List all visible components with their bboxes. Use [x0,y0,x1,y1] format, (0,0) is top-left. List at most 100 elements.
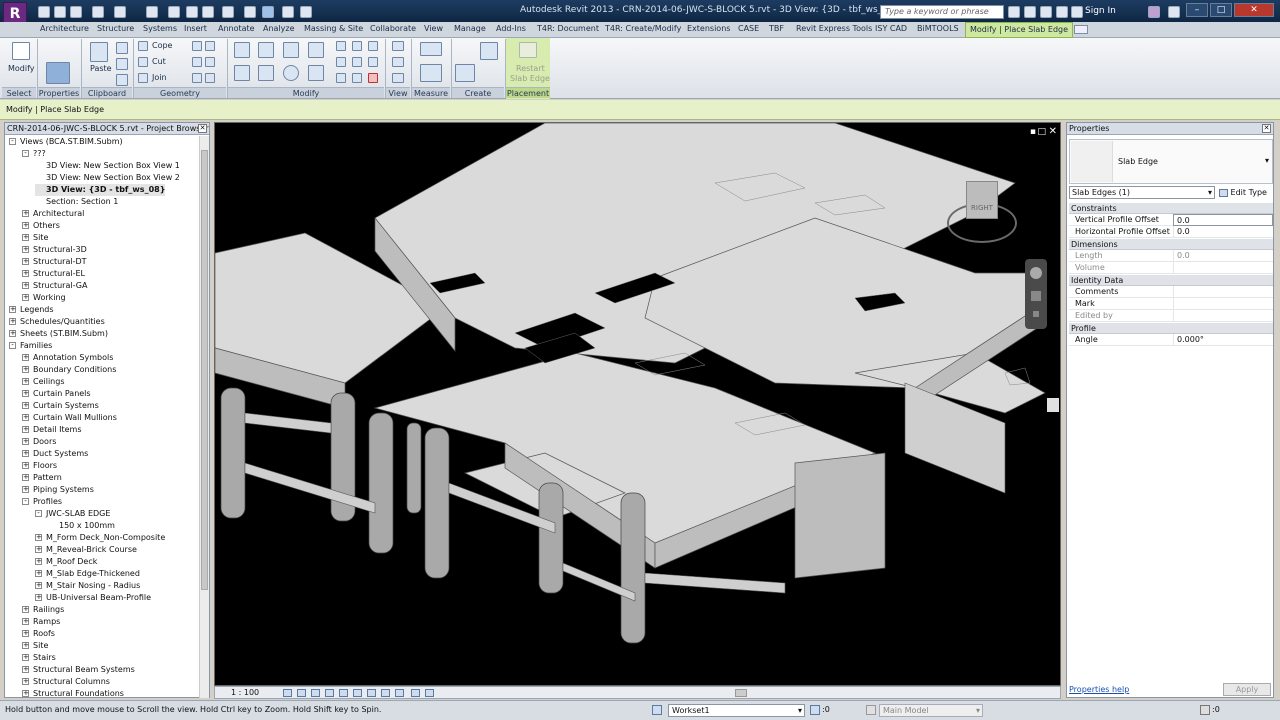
align-icon[interactable] [234,42,250,58]
show-crop-icon[interactable] [353,689,362,697]
browser-item[interactable]: + Pattern [22,472,62,484]
browser-item[interactable]: + Piping Systems [22,484,94,496]
scrollbar-thumb[interactable] [201,150,208,590]
collapse-icon[interactable]: - [22,498,29,505]
copy-element-icon[interactable] [258,65,274,81]
browser-item[interactable]: - JWC-SLAB EDGE [35,508,110,520]
offset-icon[interactable] [258,42,274,58]
browser-item[interactable]: + M_Stair Nosing - Radius [35,580,140,592]
expand-icon[interactable]: + [35,570,42,577]
collapse-icon[interactable]: - [35,510,42,517]
expand-icon[interactable]: + [22,378,29,385]
match-properties-icon[interactable] [116,74,128,86]
expand-icon[interactable]: + [22,654,29,661]
steering-wheel-icon[interactable] [1030,267,1042,279]
browser-item[interactable]: - Profiles [22,496,62,508]
browser-item[interactable]: + Roofs [22,628,55,640]
expand-icon[interactable]: + [22,438,29,445]
tab-insert[interactable]: Insert [184,24,207,33]
tab-architecture[interactable]: Architecture [40,24,89,33]
dimension-icon[interactable] [168,6,180,18]
horizontal-profile-offset-input[interactable]: 0.0 [1173,226,1273,238]
modify-button[interactable]: Modify [8,64,35,73]
tab-annotate[interactable]: Annotate [218,24,255,33]
browser-item[interactable]: + Curtain Wall Mullions [22,412,117,424]
measure-icon[interactable] [146,6,158,18]
browser-item[interactable]: + Duct Systems [22,448,88,460]
collapse-icon[interactable]: - [9,138,16,145]
tab-revit-express-tools[interactable]: Revit Express Tools [796,24,872,33]
view-scale[interactable]: 1 : 100 [231,688,259,697]
user-icon[interactable] [1071,6,1083,18]
paste-icon[interactable] [90,42,108,62]
communication-icon[interactable] [1040,6,1052,18]
cut-icon[interactable] [116,58,128,70]
browser-item[interactable]: + Doors [22,436,56,448]
browser-item[interactable]: 150 x 100mm [48,520,115,532]
browser-item[interactable]: + Boundary Conditions [22,364,116,376]
tab-extensions[interactable]: Extensions [687,24,730,33]
tab-manage[interactable]: Manage [454,24,486,33]
horizontal-scroll-thumb[interactable] [735,689,747,697]
undo-icon[interactable] [92,6,104,18]
tab-isy-cad[interactable]: ISY CAD [875,24,907,33]
chevron-down-icon[interactable]: ▾ [1265,156,1269,165]
binoculars-icon[interactable] [1008,6,1020,18]
property-group-constraints[interactable]: Constraints [1069,203,1273,214]
hide-icon[interactable] [392,73,404,83]
property-group-identity-data[interactable]: Identity Data [1069,275,1273,286]
expand-icon[interactable]: + [22,486,29,493]
browser-item[interactable]: - Views (BCA.ST.BIM.Subm) [9,136,123,148]
shadows-icon[interactable] [325,689,334,697]
sun-path-icon[interactable] [311,689,320,697]
expand-icon[interactable]: + [22,294,29,301]
split-icon[interactable] [336,41,346,51]
browser-item[interactable]: + Structural-EL [22,268,85,280]
ribbon-minimize-icon[interactable] [1074,25,1088,34]
expand-icon[interactable]: + [22,462,29,469]
mark-input[interactable] [1173,298,1273,310]
geometry-tool-icon[interactable] [192,41,202,51]
tab-t4r-create-modify[interactable]: T4R: Create/Modify [605,24,681,33]
nav-menu-icon[interactable] [1033,311,1039,317]
expand-icon[interactable]: + [22,402,29,409]
reveal-hidden-icon[interactable] [395,689,404,697]
tab-tbf[interactable]: TBF [769,24,784,33]
close-hidden-icon[interactable] [300,6,312,18]
expand-icon[interactable]: + [22,222,29,229]
expand-icon[interactable]: + [22,354,29,361]
view-bulb-icon[interactable] [392,41,404,51]
expand-icon[interactable]: + [22,270,29,277]
expand-icon[interactable]: + [35,546,42,553]
tag-icon[interactable] [186,6,198,18]
worksets-icon[interactable] [652,705,662,715]
design-options-icon[interactable] [866,705,876,715]
open-icon[interactable] [38,6,50,18]
expand-icon[interactable]: + [9,330,16,337]
browser-item[interactable]: + Annotation Symbols [22,352,113,364]
modify-arrow-icon[interactable] [12,42,30,60]
expand-icon[interactable]: + [9,318,16,325]
expand-icon[interactable]: + [22,210,29,217]
browser-item[interactable]: + Detail Items [22,424,82,436]
browser-item[interactable]: - Families [9,340,52,352]
mirror-axis-icon[interactable] [283,42,299,58]
expand-icon[interactable]: + [22,690,29,697]
tab-modify-place-slab-edge[interactable]: Modify | Place Slab Edge [965,22,1074,38]
tab-collaborate[interactable]: Collaborate [370,24,416,33]
array-icon[interactable] [336,57,346,67]
browser-item[interactable]: + Structural Columns [22,676,110,688]
expand-icon[interactable]: + [9,306,16,313]
browser-item[interactable]: + Others [22,220,60,232]
visual-style-icon[interactable] [297,689,306,697]
tab-view[interactable]: View [424,24,443,33]
paste-button[interactable]: Paste [90,64,112,73]
browser-item[interactable]: + Ceilings [22,376,65,388]
browser-scrollbar[interactable] [199,136,209,698]
browser-item[interactable]: + Floors [22,460,57,472]
browser-item[interactable]: Section: Section 1 [35,196,118,208]
close-button[interactable]: ✕ [1234,3,1274,17]
3d-view-icon[interactable] [222,6,234,18]
delete-icon[interactable] [368,73,378,83]
filter-icon[interactable] [1200,705,1210,715]
